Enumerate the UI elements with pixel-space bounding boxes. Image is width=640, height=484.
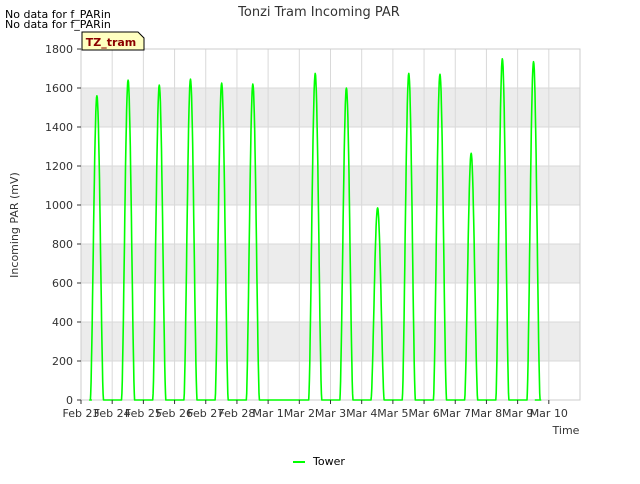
legend-label-tower: Tower (312, 455, 345, 468)
y-tick-label: 1400 (45, 121, 73, 134)
y-tick-label: 0 (66, 394, 73, 407)
y-tick-label: 600 (52, 277, 73, 290)
site-badge: TZ_tram (81, 31, 145, 51)
chart-title: Tonzi Tram Incoming PAR (237, 5, 400, 20)
x-tick-label: Mar 6 (408, 407, 439, 420)
x-tick-label: Mar 7 (440, 407, 471, 420)
x-tick-label: Mar 4 (346, 407, 377, 420)
x-tick-label: Mar 8 (471, 407, 502, 420)
y-axis: 0 200 400 600 800 1000 1200 1400 1600 1800 (45, 43, 81, 407)
y-tick-label: 1200 (45, 160, 73, 173)
y-tick-label: 800 (52, 238, 73, 251)
legend: Tower (293, 455, 345, 468)
x-tick-label: Mar 9 (502, 407, 533, 420)
x-tick-label: Mar 5 (377, 407, 408, 420)
site-badge-label: TZ_tram (86, 36, 137, 49)
x-axis: Feb 23Feb 24Feb 25Feb 26Feb 27Feb 28Mar … (63, 400, 568, 420)
y-tick-label: 1600 (45, 82, 73, 95)
x-tick-label: Mar 3 (315, 407, 346, 420)
y-axis-label: Incoming PAR (mV) (8, 172, 21, 278)
y-tick-label: 400 (52, 316, 73, 329)
x-tick-label: Feb 28 (218, 407, 255, 420)
y-tick-label: 1000 (45, 199, 73, 212)
x-tick-label: Mar 1 (253, 407, 284, 420)
no-data-note: No data for f_PARin (5, 18, 111, 31)
y-tick-label: 1800 (45, 43, 73, 56)
chart-svg: 0 200 400 600 800 1000 1200 1400 1600 1800 Feb 23… (8, 5, 581, 468)
x-tick-label: Mar 2 (284, 407, 315, 420)
x-tick-label: Mar 10 (530, 407, 568, 420)
chart: No data for f_PARin No data for f_PARin … (0, 0, 640, 480)
x-axis-label: Time (552, 424, 580, 437)
y-tick-label: 200 (52, 355, 73, 368)
